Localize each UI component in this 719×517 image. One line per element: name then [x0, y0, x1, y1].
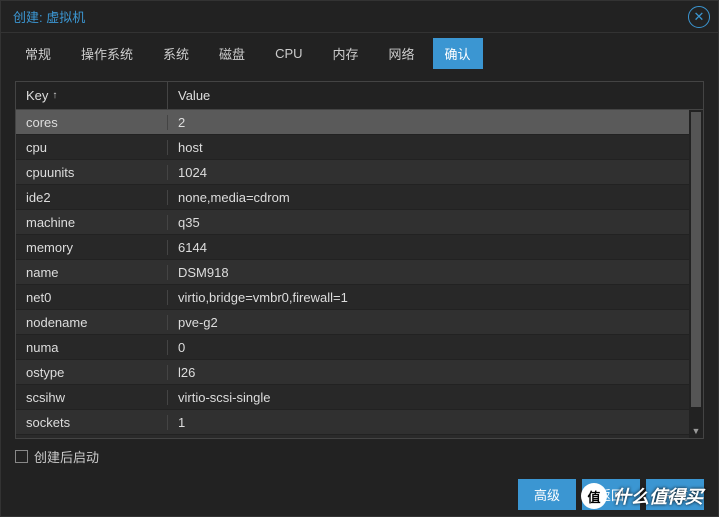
start-after-create-label: 创建后启动	[34, 447, 99, 466]
cell-key: net0	[16, 290, 168, 305]
cell-key: name	[16, 265, 168, 280]
dialog-title: 创建: 虚拟机	[13, 7, 688, 26]
cell-key: scsihw	[16, 390, 168, 405]
cell-key: memory	[16, 240, 168, 255]
cell-value: host	[168, 140, 703, 155]
cell-key: cpuunits	[16, 165, 168, 180]
start-after-create-checkbox[interactable]	[15, 450, 28, 463]
back-button[interactable]: 返回	[582, 479, 640, 510]
table-row[interactable]: ostypel26	[16, 360, 703, 385]
grid-wrap: Key ↑ Value cores2cpuhostcpuunits1024ide…	[1, 73, 718, 439]
advanced-button[interactable]: 高级	[518, 479, 576, 510]
table-row[interactable]: net0virtio,bridge=vmbr0,firewall=1	[16, 285, 703, 310]
cell-value: 6144	[168, 240, 703, 255]
cell-key: numa	[16, 340, 168, 355]
cell-key: cpu	[16, 140, 168, 155]
cell-value: l26	[168, 365, 703, 380]
table-row[interactable]: scsihwvirtio-scsi-single	[16, 385, 703, 410]
cell-value: DSM918	[168, 265, 703, 280]
finish-button[interactable]: 完成	[646, 479, 704, 510]
cell-key: cores	[16, 115, 168, 130]
cell-value: virtio-scsi-single	[168, 390, 703, 405]
tab-bar: 常规 操作系统 系统 磁盘 CPU 内存 网络 确认	[1, 33, 718, 73]
table-row[interactable]: numa0	[16, 335, 703, 360]
tab-os[interactable]: 操作系统	[69, 38, 145, 69]
table-row[interactable]: cores2	[16, 110, 703, 135]
table-row[interactable]: cpuhost	[16, 135, 703, 160]
cell-key: sockets	[16, 415, 168, 430]
tab-general[interactable]: 常规	[13, 38, 63, 69]
cell-value: 1	[168, 415, 703, 430]
cell-value: pve-g2	[168, 315, 703, 330]
cell-value: 2	[168, 115, 703, 130]
table-row[interactable]: machineq35	[16, 210, 703, 235]
cell-key: ide2	[16, 190, 168, 205]
cell-value: q35	[168, 215, 703, 230]
grid-body: cores2cpuhostcpuunits1024ide2none,media=…	[16, 110, 703, 438]
tab-cpu[interactable]: CPU	[263, 40, 314, 67]
sort-asc-icon: ↑	[52, 90, 57, 101]
cell-value: virtio,bridge=vmbr0,firewall=1	[168, 290, 703, 305]
scroll-down-icon[interactable]: ▼	[689, 424, 703, 438]
table-row[interactable]: nameDSM918	[16, 260, 703, 285]
tab-system[interactable]: 系统	[151, 38, 201, 69]
column-label-value: Value	[178, 88, 210, 103]
tab-confirm[interactable]: 确认	[433, 38, 483, 69]
cell-value: none,media=cdrom	[168, 190, 703, 205]
column-header-key[interactable]: Key ↑	[16, 82, 168, 109]
cell-value: 1024	[168, 165, 703, 180]
table-row[interactable]: nodenamepve-g2	[16, 310, 703, 335]
grid-header: Key ↑ Value	[16, 82, 703, 110]
table-row[interactable]: ide2none,media=cdrom	[16, 185, 703, 210]
cell-key: machine	[16, 215, 168, 230]
close-button[interactable]: ✕	[688, 6, 710, 28]
tab-memory[interactable]: 内存	[321, 38, 371, 69]
create-vm-dialog: 创建: 虚拟机 ✕ 常规 操作系统 系统 磁盘 CPU 内存 网络 确认 Key…	[0, 0, 719, 517]
scrollbar[interactable]: ▲ ▼	[689, 110, 703, 438]
column-header-value[interactable]: Value	[168, 82, 703, 109]
cell-key: ostype	[16, 365, 168, 380]
cell-key: nodename	[16, 315, 168, 330]
tab-network[interactable]: 网络	[377, 38, 427, 69]
footer-check-row: 创建后启动	[1, 439, 718, 472]
column-label-key: Key	[26, 88, 48, 103]
table-row[interactable]: sockets1	[16, 410, 703, 435]
close-icon: ✕	[694, 9, 705, 25]
cell-value: 0	[168, 340, 703, 355]
table-row[interactable]: cpuunits1024	[16, 160, 703, 185]
footer-buttons: 高级 返回 完成	[1, 472, 718, 516]
config-grid: Key ↑ Value cores2cpuhostcpuunits1024ide…	[15, 81, 704, 439]
table-row[interactable]: memory6144	[16, 235, 703, 260]
scrollbar-thumb[interactable]	[691, 112, 701, 407]
titlebar: 创建: 虚拟机 ✕	[1, 1, 718, 33]
tab-disks[interactable]: 磁盘	[207, 38, 257, 69]
